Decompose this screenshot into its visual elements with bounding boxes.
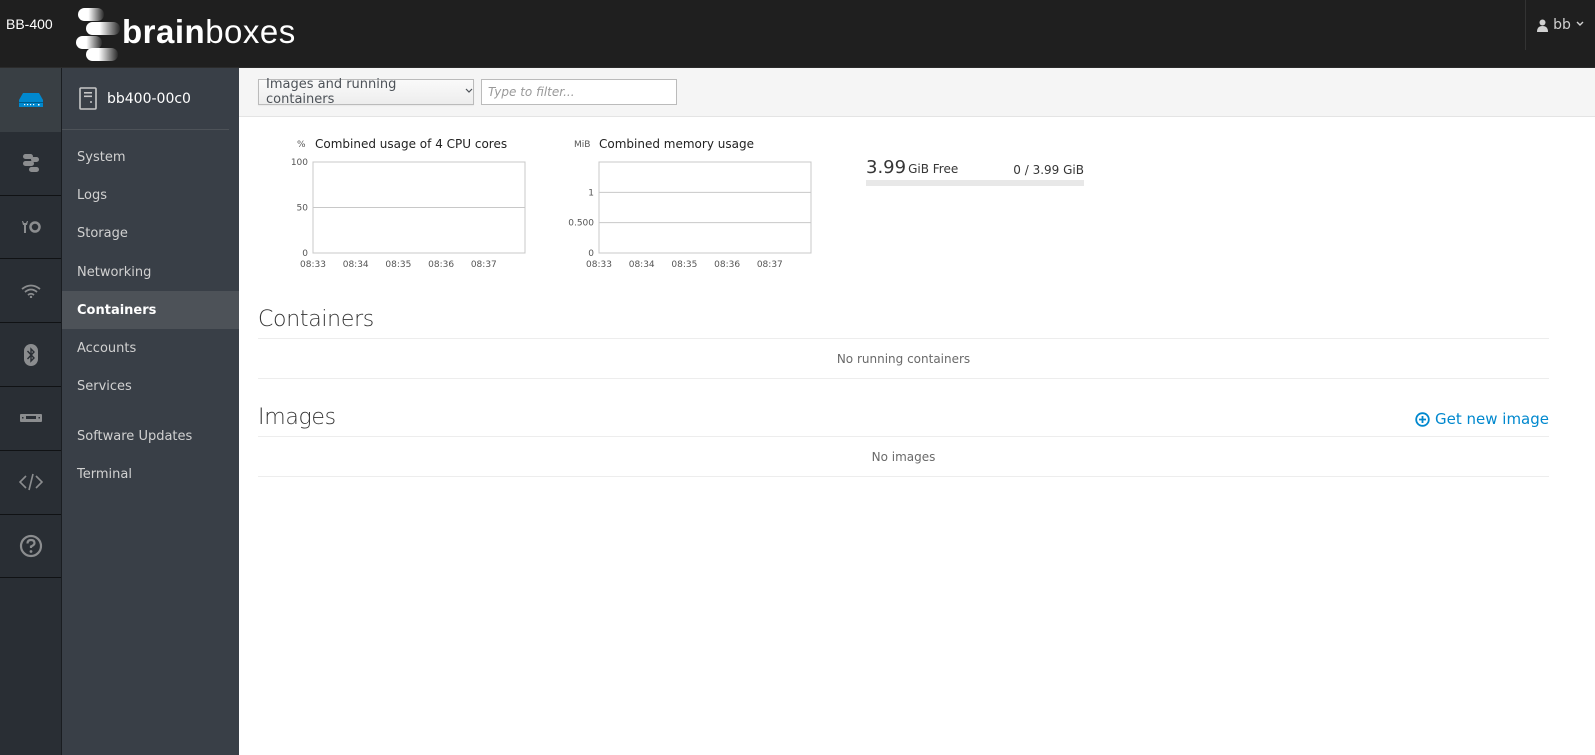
x-tick-label: 08:34 [343, 260, 369, 270]
rail-item-bluetooth[interactable] [0, 323, 61, 387]
help-icon [19, 534, 42, 558]
memory-progress-bar [866, 180, 1084, 186]
view-filter-value: Images and running containers [266, 77, 397, 107]
y-tick-label: 100 [291, 158, 308, 168]
user-name: bb [1553, 17, 1571, 33]
serial-port-icon [19, 414, 42, 423]
top-bar: BB-400 brainboxes bb [0, 0, 1595, 68]
rail-item-code[interactable] [0, 451, 61, 515]
x-tick-label: 08:35 [385, 260, 411, 270]
code-icon [18, 473, 43, 491]
cluster-icon [22, 154, 39, 173]
rail-item-host[interactable] [0, 68, 61, 132]
memory-chart: MiB Combined memory usage 0 0.500 1 08:33 08… [547, 135, 817, 285]
plus-circle-icon [1415, 411, 1430, 427]
x-tick-label: 08:33 [586, 260, 612, 270]
cpu-chart: % Combined usage of 4 CPU cores 0 50 100 08… [261, 135, 531, 285]
view-filter-select[interactable]: Images and running containers [258, 77, 474, 107]
wifi-icon [20, 284, 41, 298]
get-new-image-link[interactable]: Get new image [1415, 410, 1549, 428]
rail-item-serial[interactable] [0, 387, 61, 451]
rail-item-help[interactable] [0, 515, 61, 579]
host-icon [79, 87, 97, 110]
nav-item-networking[interactable]: Networking [62, 253, 239, 291]
rail-item-tools[interactable] [0, 196, 61, 260]
host-nav: bb400-00c0 System Logs Storage Networkin… [62, 68, 239, 755]
logo-mark-icon [76, 6, 122, 62]
rail-item-cluster[interactable] [0, 132, 61, 196]
logo-text: brainboxes [122, 12, 296, 50]
nav-item-logs[interactable]: Logs [62, 176, 239, 214]
y-tick-label: 0 [588, 249, 594, 259]
nav-item-storage[interactable]: Storage [62, 215, 239, 253]
usage-charts: % Combined usage of 4 CPU cores 0 50 100 08… [239, 117, 1595, 297]
memory-free-value: 3.99 [866, 157, 907, 178]
x-tick-label: 08:37 [471, 260, 497, 270]
y-tick-label: 0.500 [568, 219, 594, 229]
x-tick-label: 08:36 [428, 260, 454, 270]
host-label: BB-400 [6, 16, 53, 32]
containers-header: Containers [258, 297, 1549, 339]
nav-item-services[interactable]: Services [62, 368, 239, 406]
rail-item-wifi[interactable] [0, 259, 61, 324]
nav-item-terminal[interactable]: Terminal [62, 455, 239, 493]
memory-summary: 3.99 GiB Free 0 / 3.99 GiB [866, 157, 1084, 186]
containers-empty-message: No running containers [258, 339, 1549, 379]
x-tick-label: 08:34 [629, 260, 655, 270]
x-tick-label: 08:36 [714, 260, 740, 270]
nav-item-software-updates[interactable]: Software Updates [62, 417, 239, 455]
user-icon [1537, 19, 1549, 32]
cpu-chart-plot: 0 50 100 08:33 08:34 08:35 08:36 08:37 [291, 158, 526, 270]
images-title: Images [258, 405, 336, 430]
tools-icon [21, 220, 41, 233]
bluetooth-icon [23, 343, 38, 366]
x-tick-label: 08:35 [671, 260, 697, 270]
nav-list: System Logs Storage Networking Container… [62, 130, 239, 494]
server-icon [18, 92, 43, 107]
x-tick-label: 08:33 [300, 260, 326, 270]
y-tick-label: 0 [302, 249, 308, 259]
brainboxes-logo[interactable]: brainboxes [76, 6, 296, 62]
y-tick-label: 1 [588, 188, 594, 198]
main-content: Images and running containers % Combined… [239, 68, 1595, 755]
get-new-image-label: Get new image [1435, 410, 1549, 428]
nav-item-system[interactable]: System [62, 138, 239, 176]
icon-rail [0, 68, 62, 755]
containers-section: Containers No running containers [258, 297, 1549, 379]
memory-used-text: 0 / 3.99 GiB [1013, 163, 1084, 177]
plot-frame [598, 161, 812, 254]
chevron-down-icon [1576, 20, 1584, 30]
memory-chart-plot: 0 0.500 1 08:33 08:34 08:35 08:36 08:37 [568, 161, 812, 270]
toolbar: Images and running containers [239, 68, 1595, 117]
nav-item-accounts[interactable]: Accounts [62, 329, 239, 367]
y-tick-label: 50 [297, 204, 309, 214]
images-header: Images Get new image [258, 395, 1549, 437]
memory-free-label: GiB Free [908, 162, 959, 176]
images-section: Images Get new image No images [258, 395, 1549, 477]
containers-title: Containers [258, 307, 374, 332]
images-empty-message: No images [258, 437, 1549, 477]
nav-item-containers[interactable]: Containers [62, 291, 239, 330]
x-tick-label: 08:37 [757, 260, 783, 270]
filter-input[interactable] [481, 79, 677, 105]
host-header[interactable]: bb400-00c0 [62, 68, 229, 130]
host-name: bb400-00c0 [107, 90, 191, 107]
user-menu[interactable]: bb [1525, 0, 1595, 50]
chevron-down-icon [465, 87, 473, 97]
